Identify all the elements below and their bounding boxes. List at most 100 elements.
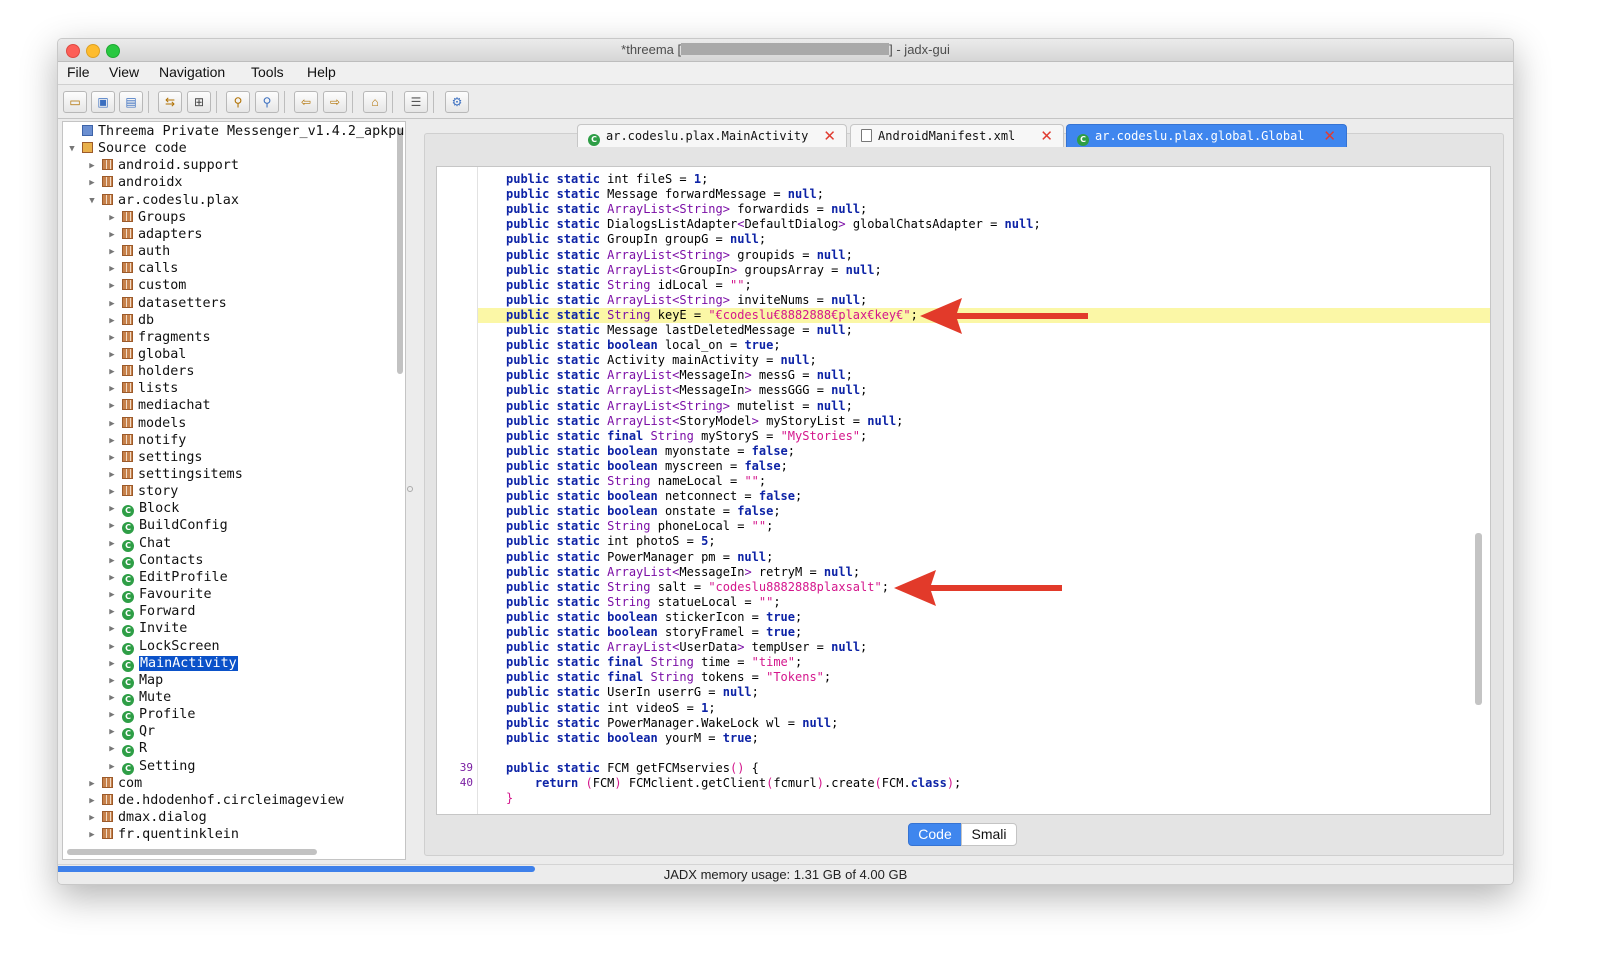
expand-toggle-icon[interactable]: ▶ xyxy=(105,398,119,415)
tree-subpackage[interactable]: ▶ adapters xyxy=(105,226,202,243)
log-icon[interactable]: ☰ xyxy=(404,91,428,113)
menu-tools[interactable]: Tools xyxy=(251,64,284,80)
tree-class[interactable]: ▶ C Favourite xyxy=(105,586,212,604)
tree-class[interactable]: ▶ C Invite xyxy=(105,620,187,638)
expand-toggle-icon[interactable]: ▶ xyxy=(105,553,119,570)
tree-class[interactable]: ▶ C Contacts xyxy=(105,552,204,569)
tree-class[interactable]: ▶ C Block xyxy=(105,500,179,518)
close-tab-icon[interactable]: ✕ xyxy=(1040,125,1053,147)
expand-toggle-icon[interactable]: ▶ xyxy=(105,467,119,484)
search-icon[interactable]: ⚲ xyxy=(226,91,250,113)
expand-toggle-icon[interactable]: ▶ xyxy=(105,450,119,467)
tree-package[interactable]: ▶ com xyxy=(85,775,142,792)
tree-package[interactable]: ▶ dmax.dialog xyxy=(85,809,206,826)
expand-toggle-icon[interactable]: ▶ xyxy=(105,570,119,587)
open-icon[interactable]: ▭ xyxy=(63,91,87,113)
expand-toggle-icon[interactable]: ▶ xyxy=(85,793,99,810)
project-tree[interactable]: Threema Private Messenger_v1.4.2_apkpu ▼ S… xyxy=(62,121,406,860)
tab-global[interactable]: Car.codeslu.plax.global.Global ✕ xyxy=(1066,124,1347,147)
tree-subpackage[interactable]: ▶ models xyxy=(105,415,186,432)
tree-subpackage[interactable]: ▶ notify xyxy=(105,432,186,449)
tree-subpackage[interactable]: ▶ lists xyxy=(105,380,178,397)
expand-toggle-icon[interactable]: ▶ xyxy=(105,639,119,656)
tree-subpackage[interactable]: ▶ settingsitems xyxy=(105,466,243,483)
menu-file[interactable]: File xyxy=(67,64,90,80)
tree-class[interactable]: ▶ C R xyxy=(105,740,147,758)
tree-subpackage[interactable]: ▶ mediachat xyxy=(105,397,210,415)
tree-package-main[interactable]: ▼ ar.codeslu.plax xyxy=(85,192,239,209)
tree-class[interactable]: ▶ C EditProfile xyxy=(105,569,228,586)
tree-class[interactable]: ▶ C BuildConfig xyxy=(105,517,228,535)
expand-toggle-icon[interactable]: ▶ xyxy=(105,296,119,313)
tab-main-activity[interactable]: Car.codeslu.plax.MainActivity ✕ xyxy=(577,124,847,147)
expand-toggle-icon[interactable]: ▼ xyxy=(85,193,99,210)
expand-toggle-icon[interactable]: ▶ xyxy=(105,381,119,398)
expand-toggle-icon[interactable]: ▶ xyxy=(105,707,119,724)
tree-class[interactable]: ▶ C Map xyxy=(105,672,163,689)
expand-toggle-icon[interactable]: ▶ xyxy=(105,501,119,518)
expand-toggle-icon[interactable]: ▶ xyxy=(105,656,119,673)
menu-help[interactable]: Help xyxy=(307,64,336,80)
forward-icon[interactable]: ⇨ xyxy=(323,91,347,113)
tree-subpackage[interactable]: ▶ story xyxy=(105,483,178,500)
tree-source-code[interactable]: ▼ Source code xyxy=(65,140,186,158)
find-icon[interactable]: ⚲ xyxy=(255,91,279,113)
expand-toggle-icon[interactable]: ▶ xyxy=(105,313,119,330)
expand-toggle-icon[interactable]: ▶ xyxy=(105,621,119,638)
tree-horizontal-scrollbar[interactable] xyxy=(67,849,317,855)
expand-toggle-icon[interactable]: ▶ xyxy=(85,175,99,192)
tree-subpackage[interactable]: ▶ db xyxy=(105,312,154,329)
expand-toggle-icon[interactable]: ▶ xyxy=(105,759,119,776)
tree-class[interactable]: ▶ C Qr xyxy=(105,723,155,741)
tree-class[interactable]: ▶ C Profile xyxy=(105,706,195,724)
deobfuscate-icon[interactable]: ⌂ xyxy=(363,91,387,113)
menu-navigation[interactable]: Navigation xyxy=(159,64,225,80)
tree-subpackage[interactable]: ▶ global xyxy=(105,346,186,363)
flatten-icon[interactable]: ⊞ xyxy=(187,91,211,113)
expand-toggle-icon[interactable]: ▶ xyxy=(105,741,119,758)
expand-toggle-icon[interactable]: ▶ xyxy=(105,261,119,278)
tree-subpackage[interactable]: ▶ fragments xyxy=(105,329,210,346)
expand-toggle-icon[interactable]: ▶ xyxy=(105,484,119,501)
close-tab-icon[interactable]: ✕ xyxy=(1323,125,1336,147)
expand-toggle-icon[interactable]: ▶ xyxy=(85,158,99,175)
expand-toggle-icon[interactable]: ▶ xyxy=(105,673,119,690)
tree-package[interactable]: ▶ fr.quentinklein xyxy=(85,826,239,843)
tree-subpackage[interactable]: ▶ datasetters xyxy=(105,295,226,313)
tree-class[interactable]: ▶ C LockScreen xyxy=(105,638,220,655)
preferences-icon[interactable]: ⚙ xyxy=(445,91,469,113)
expand-toggle-icon[interactable]: ▶ xyxy=(105,724,119,741)
tree-package[interactable]: ▶ de.hdodenhof.circleimageview xyxy=(85,792,343,810)
tree-subpackage[interactable]: ▶ custom xyxy=(105,277,186,294)
split-pane-divider[interactable] xyxy=(407,486,413,492)
tree-vertical-scrollbar[interactable] xyxy=(397,128,403,374)
expand-toggle-icon[interactable]: ▶ xyxy=(105,604,119,621)
save-all-icon[interactable]: ▤ xyxy=(119,91,143,113)
tree-package[interactable]: ▶ android.support xyxy=(85,157,239,174)
expand-toggle-icon[interactable]: ▶ xyxy=(85,827,99,844)
tree-root[interactable]: Threema Private Messenger_v1.4.2_apkpu xyxy=(65,123,404,140)
tree-subpackage[interactable]: ▶ auth xyxy=(105,243,170,260)
expand-toggle-icon[interactable]: ▼ xyxy=(65,141,79,158)
tree-class[interactable]: ▶ C MainActivity xyxy=(105,655,238,672)
tree-package[interactable]: ▶ androidx xyxy=(85,174,182,192)
code-editor[interactable]: 39 40 public static int fileS = 1; public … xyxy=(436,166,1491,815)
expand-toggle-icon[interactable]: ▶ xyxy=(105,518,119,535)
close-tab-icon[interactable]: ✕ xyxy=(823,125,836,147)
expand-toggle-icon[interactable]: ▶ xyxy=(105,244,119,261)
tree-subpackage[interactable]: ▶ settings xyxy=(105,449,202,467)
tree-class[interactable]: ▶ C Forward xyxy=(105,603,195,621)
tree-class[interactable]: ▶ C Chat xyxy=(105,535,171,552)
smali-view-button[interactable]: Smali xyxy=(961,823,1017,846)
tree-subpackage[interactable]: ▶ Groups xyxy=(105,209,186,226)
expand-toggle-icon[interactable]: ▶ xyxy=(105,536,119,553)
expand-toggle-icon[interactable]: ▶ xyxy=(105,347,119,364)
sync-icon[interactable]: ⇆ xyxy=(158,91,182,113)
expand-toggle-icon[interactable]: ▶ xyxy=(105,690,119,707)
tree-subpackage[interactable]: ▶ calls xyxy=(105,260,178,277)
expand-toggle-icon[interactable]: ▶ xyxy=(105,587,119,604)
code-view-button[interactable]: Code xyxy=(908,823,962,846)
expand-toggle-icon[interactable]: ▶ xyxy=(105,364,119,381)
menu-view[interactable]: View xyxy=(109,64,139,80)
editor-vertical-scrollbar[interactable] xyxy=(1475,533,1482,705)
